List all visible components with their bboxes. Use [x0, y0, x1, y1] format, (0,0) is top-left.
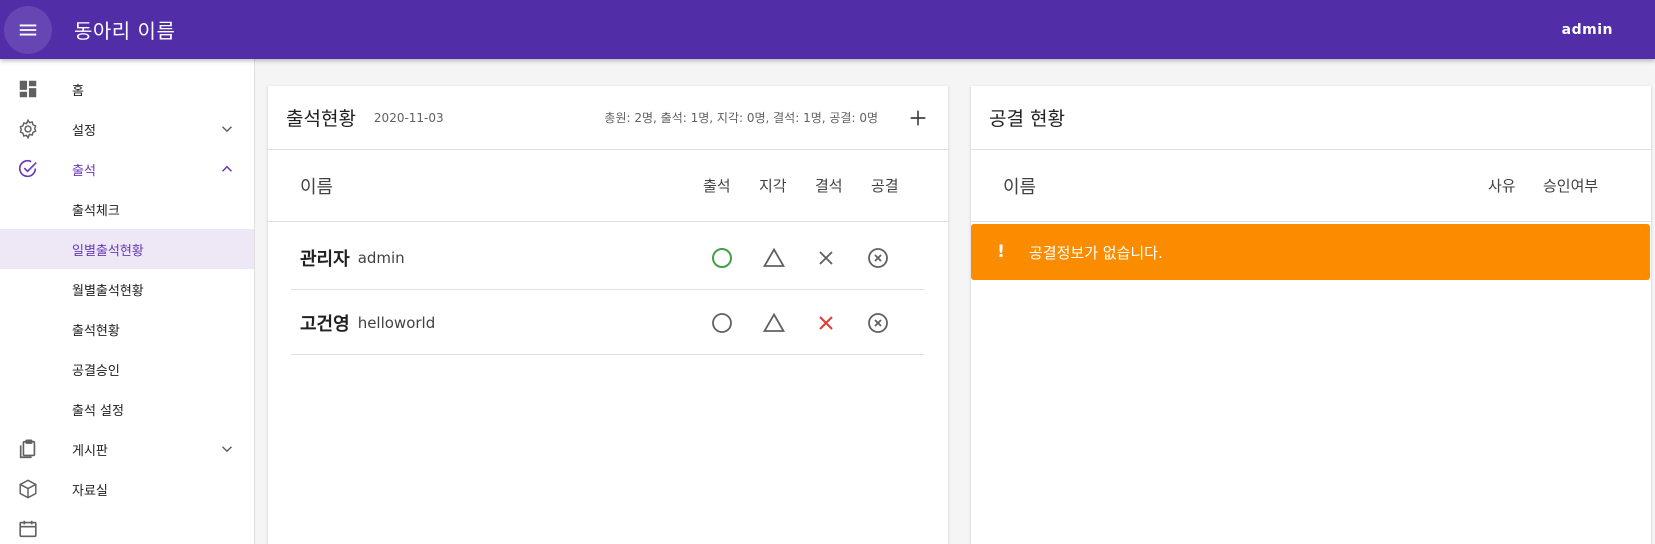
- calendar-icon: [16, 517, 40, 541]
- column-header-name: 이름: [300, 176, 334, 198]
- circle-x-icon: [868, 247, 888, 268]
- sidebar-subitem-attendance-settings[interactable]: 출석 설정: [0, 389, 254, 429]
- sidebar-item-attendance[interactable]: 출석: [0, 149, 254, 189]
- excused-title: 공결 현황: [989, 108, 1065, 130]
- absent-button[interactable]: [813, 245, 839, 271]
- no-excused-alert: ! 공결정보가 없습니다.: [971, 224, 1650, 280]
- sidebar-item-label: 설정: [72, 123, 96, 139]
- attendance-card-header: 출석현황 2020-11-03 총원: 2명, 출석: 1명, 지각: 0명, …: [268, 86, 948, 150]
- late-button[interactable]: [761, 310, 787, 336]
- chevron-down-icon: [221, 446, 233, 453]
- sidebar-subitem-attendance-status[interactable]: 출석현황: [0, 309, 254, 349]
- sidebar-item-label: 출석: [72, 163, 96, 179]
- attendance-table-header: 이름 출석 지각 결석 공결: [268, 150, 948, 222]
- present-button[interactable]: [709, 245, 735, 271]
- plus-icon: [910, 110, 926, 125]
- add-button[interactable]: [906, 106, 930, 130]
- sidebar-item-home[interactable]: 홈: [0, 69, 254, 109]
- sidebar-subitem-daily-attendance[interactable]: 일별출석현황: [0, 229, 254, 269]
- app-title: 동아리 이름: [74, 19, 176, 43]
- column-header-absent: 결석: [815, 177, 843, 195]
- member-id: admin: [357, 248, 405, 267]
- x-icon: [819, 250, 833, 265]
- table-row: 관리자 admin: [291, 226, 924, 290]
- absent-button[interactable]: [813, 310, 839, 336]
- hamburger-icon: [19, 24, 37, 35]
- alert-message: 공결정보가 없습니다.: [1029, 243, 1163, 262]
- sidebar-item-label: 게시판: [72, 443, 108, 459]
- sidebar: 홈 설정 출석 출석체크 일별출석현황 월별출석현황 출석현황 공결승인 출석 …: [0, 59, 255, 544]
- triangle-icon: [762, 247, 786, 267]
- member-id: helloworld: [357, 313, 436, 332]
- clipboard-icon: [16, 437, 40, 461]
- excused-button[interactable]: [865, 245, 891, 271]
- excused-card: 공결 현황 이름 사유 승인여부 ! 공결정보가 없습니다.: [971, 86, 1651, 544]
- sidebar-item-label: 자료실: [72, 483, 108, 499]
- column-header-reason: 사유: [1488, 177, 1516, 195]
- sidebar-subitem-monthly-attendance[interactable]: 월별출석현황: [0, 269, 254, 309]
- excused-table-header: 이름 사유 승인여부: [971, 150, 1651, 222]
- attendance-card: 출석현황 2020-11-03 총원: 2명, 출석: 1명, 지각: 0명, …: [268, 86, 948, 544]
- table-row: 고건영 helloworld: [291, 291, 924, 355]
- user-menu[interactable]: admin: [1562, 22, 1613, 38]
- circle-icon: [712, 247, 732, 268]
- check-circle-icon: [16, 157, 40, 181]
- chevron-up-icon: [221, 165, 233, 172]
- attendance-summary: 총원: 2명, 출석: 1명, 지각: 0명, 결석: 1명, 공결: 0명: [604, 111, 878, 125]
- attendance-title: 출석현황: [286, 108, 356, 130]
- attendance-date: 2020-11-03: [373, 110, 444, 125]
- menu-button[interactable]: [4, 5, 52, 54]
- sidebar-item-label: 홈: [72, 83, 84, 99]
- exclamation-icon: !: [997, 242, 1005, 262]
- column-header-name: 이름: [1003, 176, 1037, 198]
- sidebar-subitem-excused-approval[interactable]: 공결승인: [0, 349, 254, 389]
- triangle-icon: [762, 312, 786, 332]
- excused-card-header: 공결 현황: [971, 86, 1651, 150]
- present-button[interactable]: [709, 310, 735, 336]
- app-bar: 동아리 이름 admin: [0, 0, 1655, 59]
- sidebar-item-archive[interactable]: 자료실: [0, 469, 254, 509]
- package-icon: [16, 477, 40, 501]
- circle-icon: [712, 312, 732, 333]
- sidebar-subitem-attendance-check[interactable]: 출석체크: [0, 189, 254, 229]
- column-header-approval: 승인여부: [1543, 177, 1599, 195]
- chevron-down-icon: [221, 126, 233, 133]
- column-header-present: 출석: [703, 177, 731, 195]
- column-header-late: 지각: [759, 177, 787, 195]
- dashboard-icon: [16, 77, 40, 101]
- sidebar-item-calendar[interactable]: [0, 509, 254, 544]
- circle-x-icon: [868, 312, 888, 333]
- column-header-excused: 공결: [871, 177, 899, 195]
- member-name: 관리자: [300, 248, 350, 270]
- excused-button[interactable]: [865, 310, 891, 336]
- x-icon: [819, 315, 833, 330]
- late-button[interactable]: [761, 245, 787, 271]
- gear-icon: [16, 117, 40, 141]
- sidebar-item-board[interactable]: 게시판: [0, 429, 254, 469]
- sidebar-item-settings[interactable]: 설정: [0, 109, 254, 149]
- member-name: 고건영: [300, 313, 350, 335]
